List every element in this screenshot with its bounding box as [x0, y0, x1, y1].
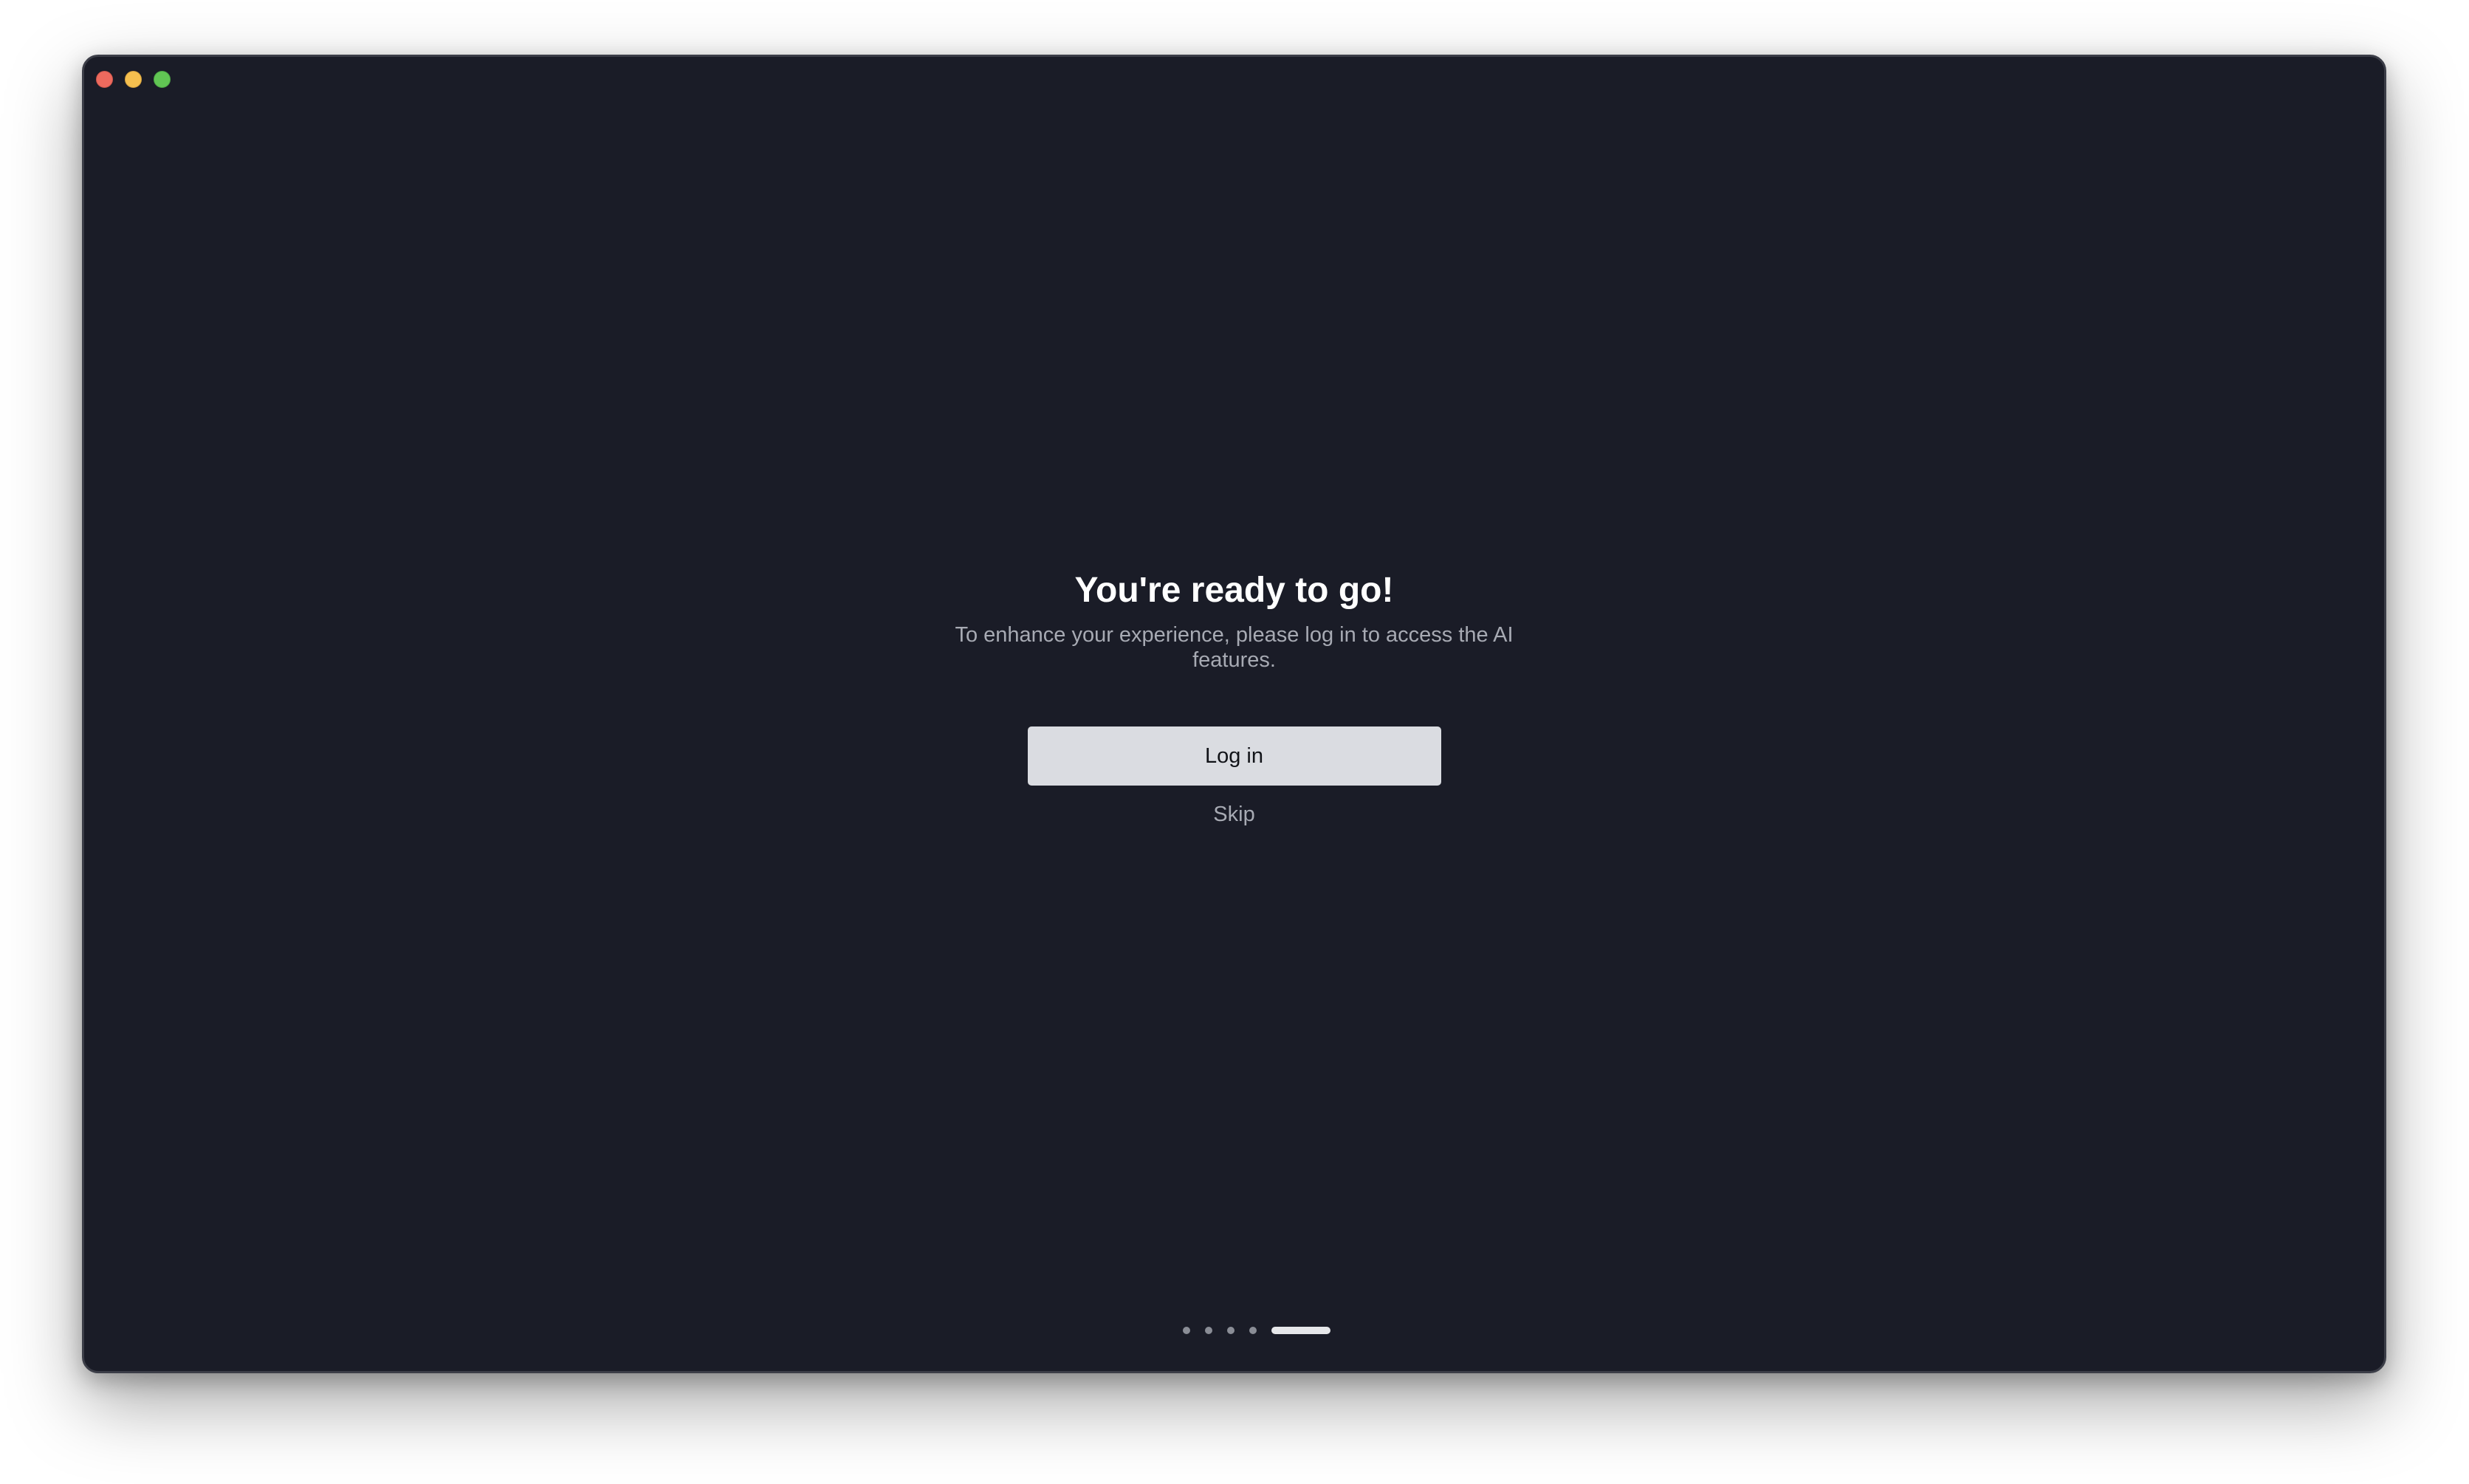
- onboarding-panel: You're ready to go! To enhance your expe…: [84, 569, 2384, 827]
- page-indicator-1[interactable]: [1182, 1327, 1190, 1334]
- app-window: You're ready to go! To enhance your expe…: [82, 55, 2386, 1373]
- onboarding-title: You're ready to go!: [1074, 571, 1394, 610]
- window-controls: [96, 71, 171, 88]
- page-indicator-2[interactable]: [1204, 1327, 1212, 1334]
- skip-link[interactable]: Skip: [1213, 802, 1254, 827]
- login-button[interactable]: Log in: [1027, 726, 1441, 786]
- close-button[interactable]: [96, 71, 113, 88]
- page-indicator-4[interactable]: [1249, 1327, 1257, 1334]
- zoom-button[interactable]: [154, 71, 171, 88]
- page-indicator-5-active[interactable]: [1271, 1327, 1330, 1334]
- onboarding-pagination: [84, 1327, 2384, 1334]
- onboarding-subtitle: To enhance your experience, please log i…: [955, 623, 1514, 672]
- page-indicator-3[interactable]: [1226, 1327, 1234, 1334]
- minimize-button[interactable]: [125, 71, 142, 88]
